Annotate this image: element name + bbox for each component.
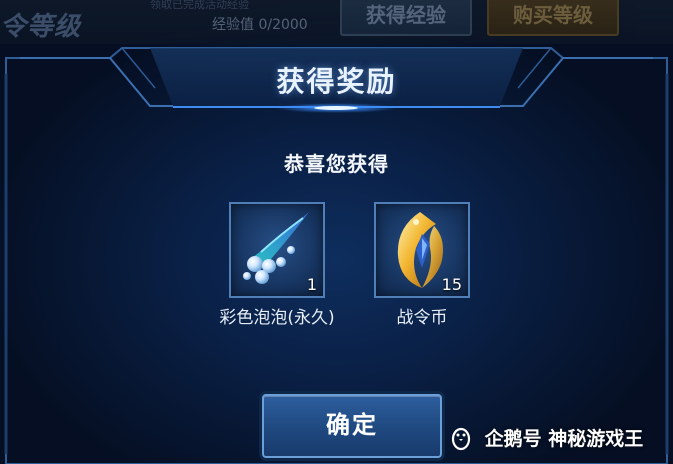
congrats-text: 恭喜您获得 [284, 152, 389, 176]
dialog-title: 获得奖励 [276, 65, 397, 98]
get-exp-button: 获得经验 [340, 0, 472, 36]
background-level-bar: 令等级 领取已完成活动经验 经验值 0/2000 获得经验 购买等级 [0, 0, 673, 44]
reward-name: 彩色泡泡(永久) [219, 308, 335, 328]
reward-dialog: 获得奖励 恭喜您获得 1 彩色泡泡(永久) 15 战令币 确定 [0, 44, 673, 464]
penguin-icon [451, 427, 471, 450]
reward-item-bubble[interactable]: 1 彩色泡泡(永久) [219, 202, 335, 328]
buy-level-button: 购买等级 [487, 0, 619, 36]
watermark: 企鹅号 神秘游戏王 [448, 424, 643, 456]
watermark-text: 企鹅号 神秘游戏王 [484, 428, 644, 450]
exp-progress-text: 经验值 0/2000 [212, 17, 308, 33]
reward-icon-box[interactable]: 15 [374, 202, 470, 298]
reward-name: 战令币 [396, 308, 448, 328]
confirm-button[interactable]: 确定 [262, 394, 442, 458]
reward-item-coin[interactable]: 15 战令币 [372, 202, 472, 328]
level-title: 令等级 [0, 12, 82, 42]
reward-quantity: 15 [441, 275, 462, 294]
game-screen: 令等级 领取已完成活动经验 经验值 0/2000 获得经验 购买等级 获得奖励 … [0, 0, 673, 464]
reward-icon-box[interactable]: 1 [229, 202, 325, 298]
reward-quantity: 1 [306, 275, 317, 294]
activity-hint-text: 领取已完成活动经验 [150, 0, 249, 11]
